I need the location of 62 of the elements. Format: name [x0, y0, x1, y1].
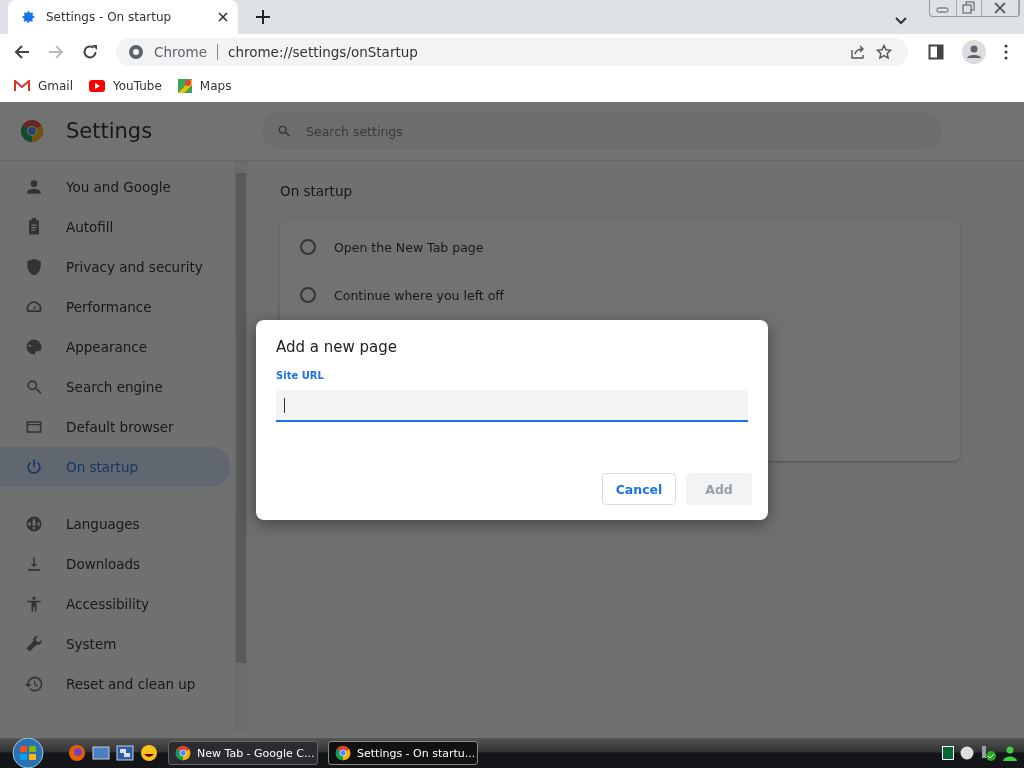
chrome-logo-icon: [175, 745, 191, 761]
taskbar-button[interactable]: New Tab - Google C...: [168, 741, 318, 765]
sidebar-item[interactable]: Accessibility: [0, 584, 230, 624]
star-icon[interactable]: [876, 44, 892, 60]
sidebar-item[interactable]: Privacy and security: [0, 247, 230, 287]
chrome-logo-icon: [128, 44, 144, 60]
sidebar-item[interactable]: Reset and clean up: [0, 664, 230, 704]
windows-icon[interactable]: [116, 745, 134, 761]
sidebar-item[interactable]: Search engine: [0, 367, 230, 407]
taskbar-button[interactable]: Settings - On startu...: [328, 741, 478, 765]
sidebar-item[interactable]: Appearance: [0, 327, 230, 367]
back-arrow-icon[interactable]: [14, 44, 30, 60]
bookmark-link[interactable]: YouTube: [89, 79, 162, 93]
search-icon: [24, 377, 44, 397]
wrench-icon: [24, 634, 44, 654]
radio-option[interactable]: Open the New Tab page: [280, 223, 960, 271]
page-title: Settings: [66, 119, 154, 143]
firefox-icon[interactable]: [68, 744, 86, 762]
dialog-button[interactable]: Cancel: [602, 473, 676, 505]
side-panel-icon[interactable]: [928, 44, 944, 60]
dialog-title: Add a new page: [276, 338, 398, 356]
input-field[interactable]: [276, 390, 748, 422]
sidebar-item[interactable]: Performance: [0, 287, 230, 327]
gear-icon: [22, 10, 36, 24]
section-title: On startup: [280, 183, 354, 199]
sidebar-item[interactable]: You and Google: [0, 167, 230, 207]
chrome-logo-icon: [335, 745, 351, 761]
share-icon[interactable]: [850, 44, 866, 60]
browser-tab[interactable]: Settings - On startup: [8, 0, 238, 34]
close-icon[interactable]: [218, 12, 228, 22]
reload-icon[interactable]: [82, 44, 98, 60]
chrome-logo-icon: [20, 119, 44, 143]
sidebar-item[interactable]: Default browser: [0, 407, 230, 447]
search-icon: [276, 123, 292, 139]
radio-option[interactable]: Continue where you left off: [280, 271, 960, 319]
address-bar[interactable]: Chrome chrome://settings/onStartup: [116, 38, 908, 66]
power-icon: [24, 457, 44, 477]
sidebar-item[interactable]: On startup: [0, 447, 230, 487]
person-icon: [24, 177, 44, 197]
shield-icon: [24, 257, 44, 277]
sidebar-item[interactable]: Languages: [0, 504, 230, 544]
chevron-down-icon[interactable]: [895, 17, 907, 25]
desktop-icon[interactable]: [92, 745, 110, 761]
play-icon: [89, 80, 105, 92]
figure-icon: [24, 594, 44, 614]
sidebar-item[interactable]: Autofill: [0, 207, 230, 247]
map-icon: [177, 79, 192, 93]
tray-icon[interactable]: [942, 746, 954, 760]
palette-icon: [24, 337, 44, 357]
profile-icon[interactable]: [962, 40, 986, 64]
bookmark-link[interactable]: Gmail: [14, 79, 73, 93]
person-icon[interactable]: [1002, 745, 1018, 761]
sidebar-item[interactable]: System: [0, 624, 230, 664]
plus-icon[interactable]: [256, 10, 270, 24]
check-icon[interactable]: [980, 745, 996, 761]
history-icon: [24, 674, 44, 694]
envelope-icon: [14, 80, 30, 92]
sidebar-item[interactable]: Downloads: [0, 544, 230, 584]
bookmark-link[interactable]: Maps: [177, 79, 232, 93]
menu-icon[interactable]: [1004, 44, 1008, 60]
field-label: Site URL: [276, 370, 325, 381]
scrollbar[interactable]: [234, 161, 248, 731]
